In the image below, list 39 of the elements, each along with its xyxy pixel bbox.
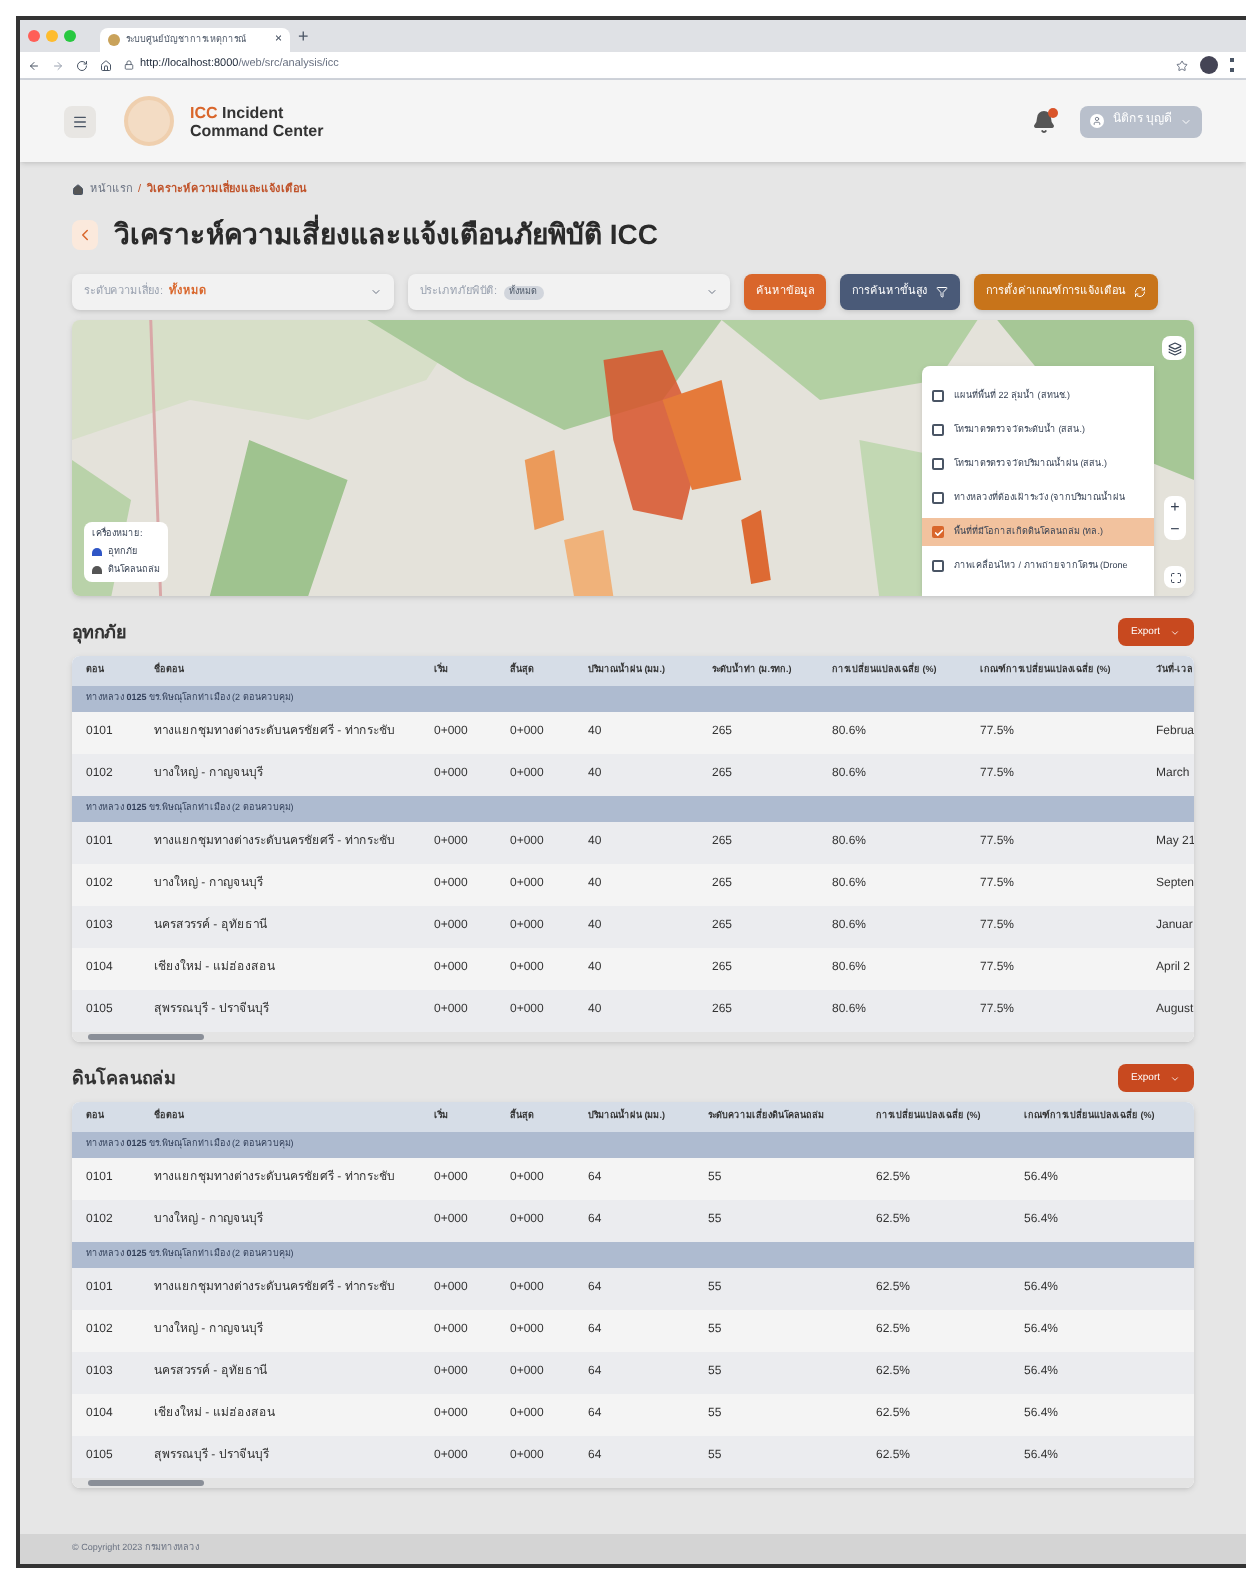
zoom-out-button[interactable]: −	[1164, 518, 1186, 541]
layers-button[interactable]	[1162, 336, 1186, 361]
refresh-icon	[1134, 286, 1146, 299]
lock-icon	[124, 60, 134, 70]
home-icon[interactable]	[100, 59, 112, 71]
scrollbar-thumb[interactable]	[88, 1034, 204, 1041]
layer-checkbox[interactable]	[932, 458, 944, 471]
filter-icon	[936, 286, 948, 299]
scrollbar-thumb[interactable]	[88, 1480, 204, 1487]
back-icon[interactable]	[28, 59, 40, 71]
check-icon	[933, 527, 943, 538]
bookmark-icon[interactable]	[1176, 59, 1188, 71]
layers-icon	[1167, 341, 1181, 356]
favicon-icon	[108, 34, 120, 46]
section-title: อุทกภัย	[72, 619, 126, 646]
reload-icon[interactable]	[76, 59, 88, 71]
zoom-in-button[interactable]: +	[1164, 496, 1186, 519]
profile-icon[interactable]	[1200, 56, 1218, 74]
layer-checkbox[interactable]	[932, 492, 944, 505]
caret-icon	[706, 286, 718, 299]
layer-checkbox[interactable]	[932, 424, 944, 437]
bell-icon[interactable]	[1032, 109, 1057, 133]
section-title: ดินโคลนถล่ม	[72, 1065, 176, 1091]
caret-icon	[370, 286, 382, 299]
home-icon[interactable]	[72, 184, 84, 197]
fullscreen-button[interactable]	[1164, 566, 1186, 589]
user-icon	[1090, 114, 1105, 128]
chevron-left-icon	[76, 226, 94, 245]
layer-checkbox[interactable]	[932, 390, 944, 403]
menu-icon	[72, 113, 88, 129]
layer-checkbox[interactable]	[932, 560, 944, 573]
caret-icon	[1170, 627, 1180, 638]
brand-name: ICC Incident Command Center	[190, 103, 324, 139]
menu-button[interactable]	[64, 105, 96, 137]
logo-icon	[124, 96, 174, 146]
caret-icon	[1170, 1073, 1180, 1084]
caret-icon	[1180, 115, 1192, 127]
new-tab-button[interactable]: +	[298, 27, 309, 45]
page-title: วิเคราะห์ความเสี่ยงและแจ้งเตือนภัยพิบัติ ICC	[114, 214, 658, 255]
